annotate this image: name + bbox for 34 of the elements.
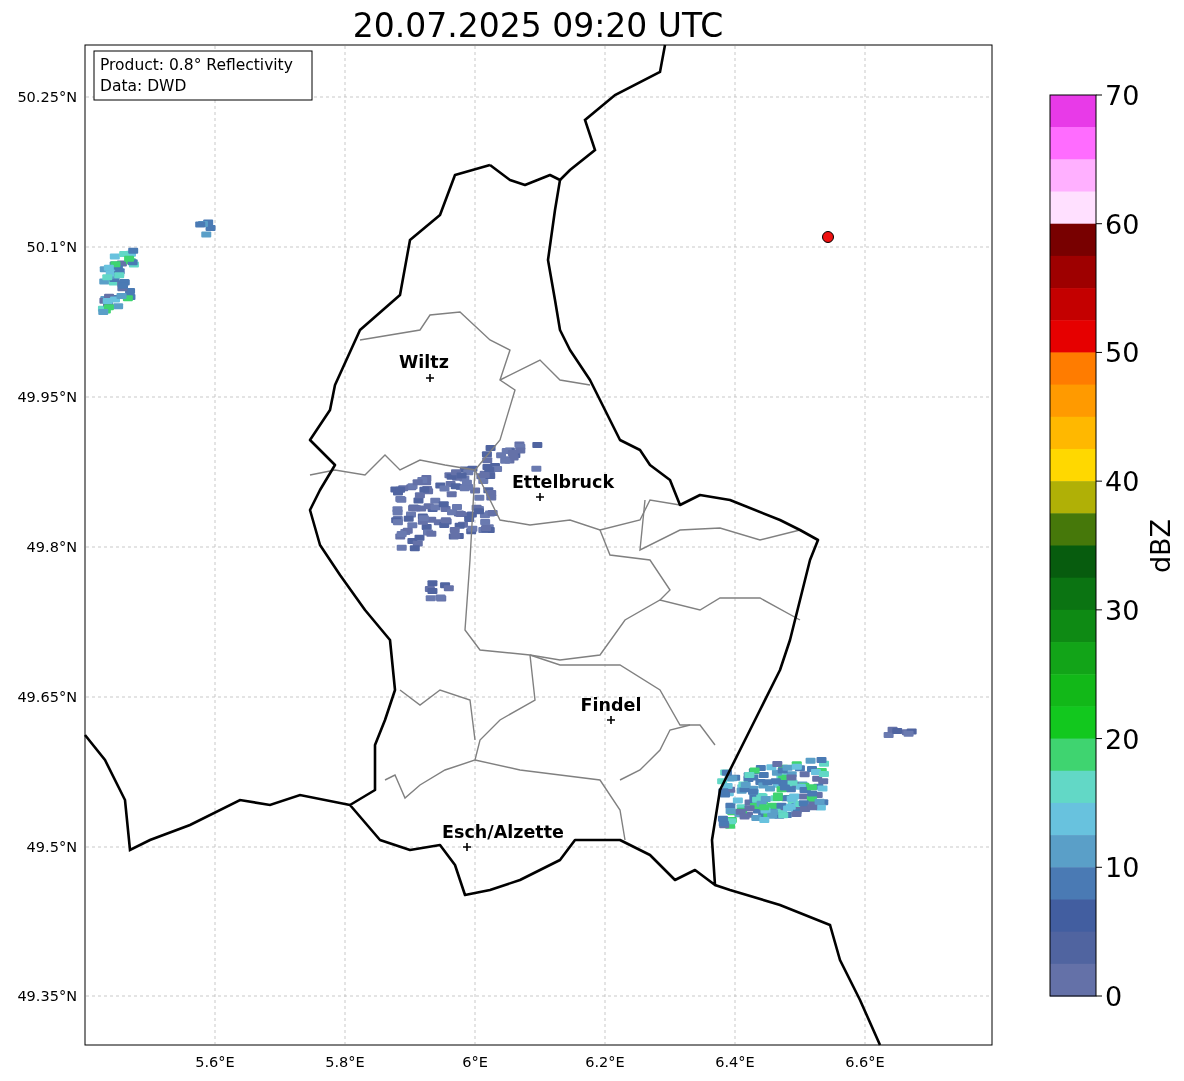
info-text: Data: DWD: [100, 77, 187, 95]
longitude-tick-label: 5.8°E: [325, 1054, 365, 1070]
colorbar-tick-label: 70: [1105, 80, 1140, 111]
city-marker-icon: [425, 373, 435, 383]
latitude-tick-label: 49.8°N: [26, 539, 77, 555]
latitude-tick-label: 49.35°N: [17, 988, 77, 1004]
longitude-tick-label: 5.6°E: [195, 1054, 235, 1070]
colorbar-tick-label: 60: [1105, 208, 1140, 240]
colorbar-label: dBZ: [1145, 518, 1176, 574]
colorbar-tick-label: 50: [1105, 337, 1140, 369]
colorbar-tick-label: 20: [1105, 723, 1140, 755]
latitude-tick-label: 49.65°N: [17, 689, 77, 705]
colorbar-tick-label: 30: [1105, 594, 1140, 626]
city-marker-icon: [606, 715, 616, 725]
location-marker: [822, 231, 834, 243]
city-label: Findel: [580, 695, 642, 715]
longitude-tick-label: 6.4°E: [715, 1054, 755, 1070]
longitude-tick-label: 6.6°E: [845, 1054, 885, 1070]
latitude-tick-label: 49.5°N: [26, 839, 77, 855]
city-marker-icon: [462, 842, 472, 852]
city-label: Wiltz: [399, 352, 449, 372]
colorbar-tick-label: 10: [1105, 852, 1140, 884]
latitude-tick-label: 50.25°N: [17, 89, 77, 105]
latitude-tick-label: 49.95°N: [17, 389, 77, 405]
colorbar-tick-label: 0: [1105, 981, 1123, 1012]
chart-title: 20.07.2025 09:20 UTC: [352, 6, 724, 45]
colorbar-tick-label: 40: [1105, 466, 1140, 498]
latitude-tick-label: 50.1°N: [26, 239, 77, 255]
info-text: Product: 0.8° Reflectivity: [100, 56, 293, 74]
longitude-tick-label: 6°E: [462, 1054, 488, 1070]
longitude-tick-label: 6.2°E: [585, 1054, 625, 1070]
city-marker-icon: [535, 492, 545, 502]
city-label: Ettelbruck: [511, 472, 615, 492]
city-label: Esch/Alzette: [442, 822, 564, 842]
